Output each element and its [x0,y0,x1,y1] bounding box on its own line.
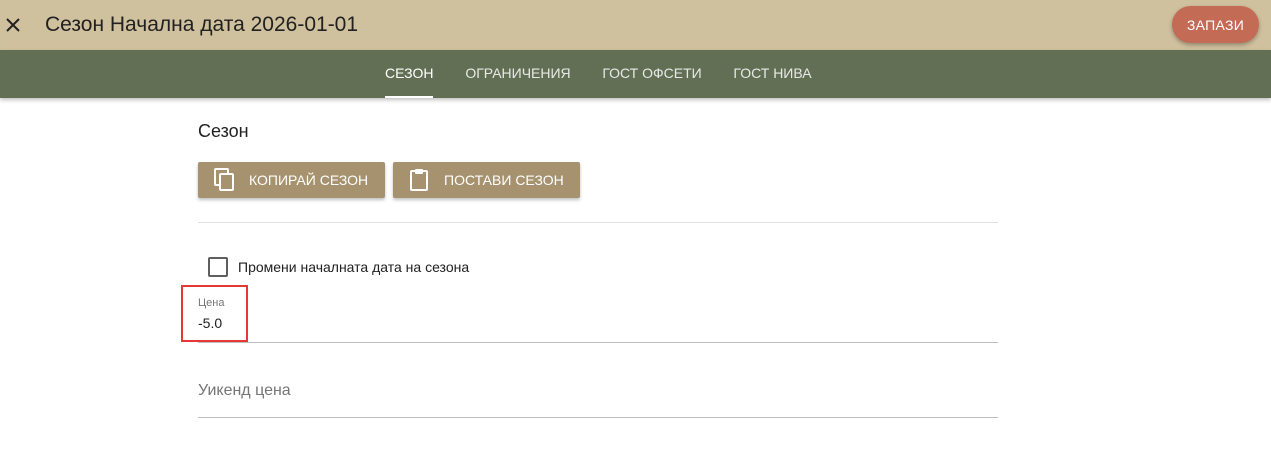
copy-season-label: КОПИРАЙ СЕЗОН [249,172,369,188]
tab-bar: СЕЗОН ОГРАНИЧЕНИЯ ГОСТ ОФСЕТИ ГОСТ НИВА [0,50,1271,98]
save-button[interactable]: ЗАПАЗИ [1172,6,1259,43]
clipboard-icon [409,168,431,192]
weekend-price-underline [198,417,998,418]
page-title: Сезон Начална дата 2026-01-01 [45,13,359,36]
tab-restrictions[interactable]: ОГРАНИЧЕНИЯ [465,50,571,98]
section-title: Сезон [198,121,249,141]
copy-season-button[interactable]: КОПИРАЙ СЕЗОН [198,162,385,198]
tab-guest-levels[interactable]: ГОСТ НИВА [733,50,812,98]
weekend-price-input[interactable] [198,380,988,402]
change-start-date-label: Промени началната дата на сезона [238,259,470,275]
paste-season-button[interactable]: ПОСТАВИ СЕЗОН [393,162,580,198]
close-icon [6,18,20,32]
paste-season-label: ПОСТАВИ СЕЗОН [444,172,564,188]
app-header: Сезон Начална дата 2026-01-01 ЗАПАЗИ [0,0,1271,50]
copy-icon [214,168,236,192]
close-button[interactable] [0,8,26,42]
price-input[interactable] [198,313,988,333]
section-divider [198,222,998,223]
price-underline [198,342,998,343]
tab-season[interactable]: СЕЗОН [385,50,433,98]
active-tab-indicator [385,96,433,98]
price-label: Цена [198,297,225,309]
tab-guest-offsets[interactable]: ГОСТ ОФСЕТИ [602,50,702,98]
change-start-date-checkbox[interactable] [208,257,228,277]
